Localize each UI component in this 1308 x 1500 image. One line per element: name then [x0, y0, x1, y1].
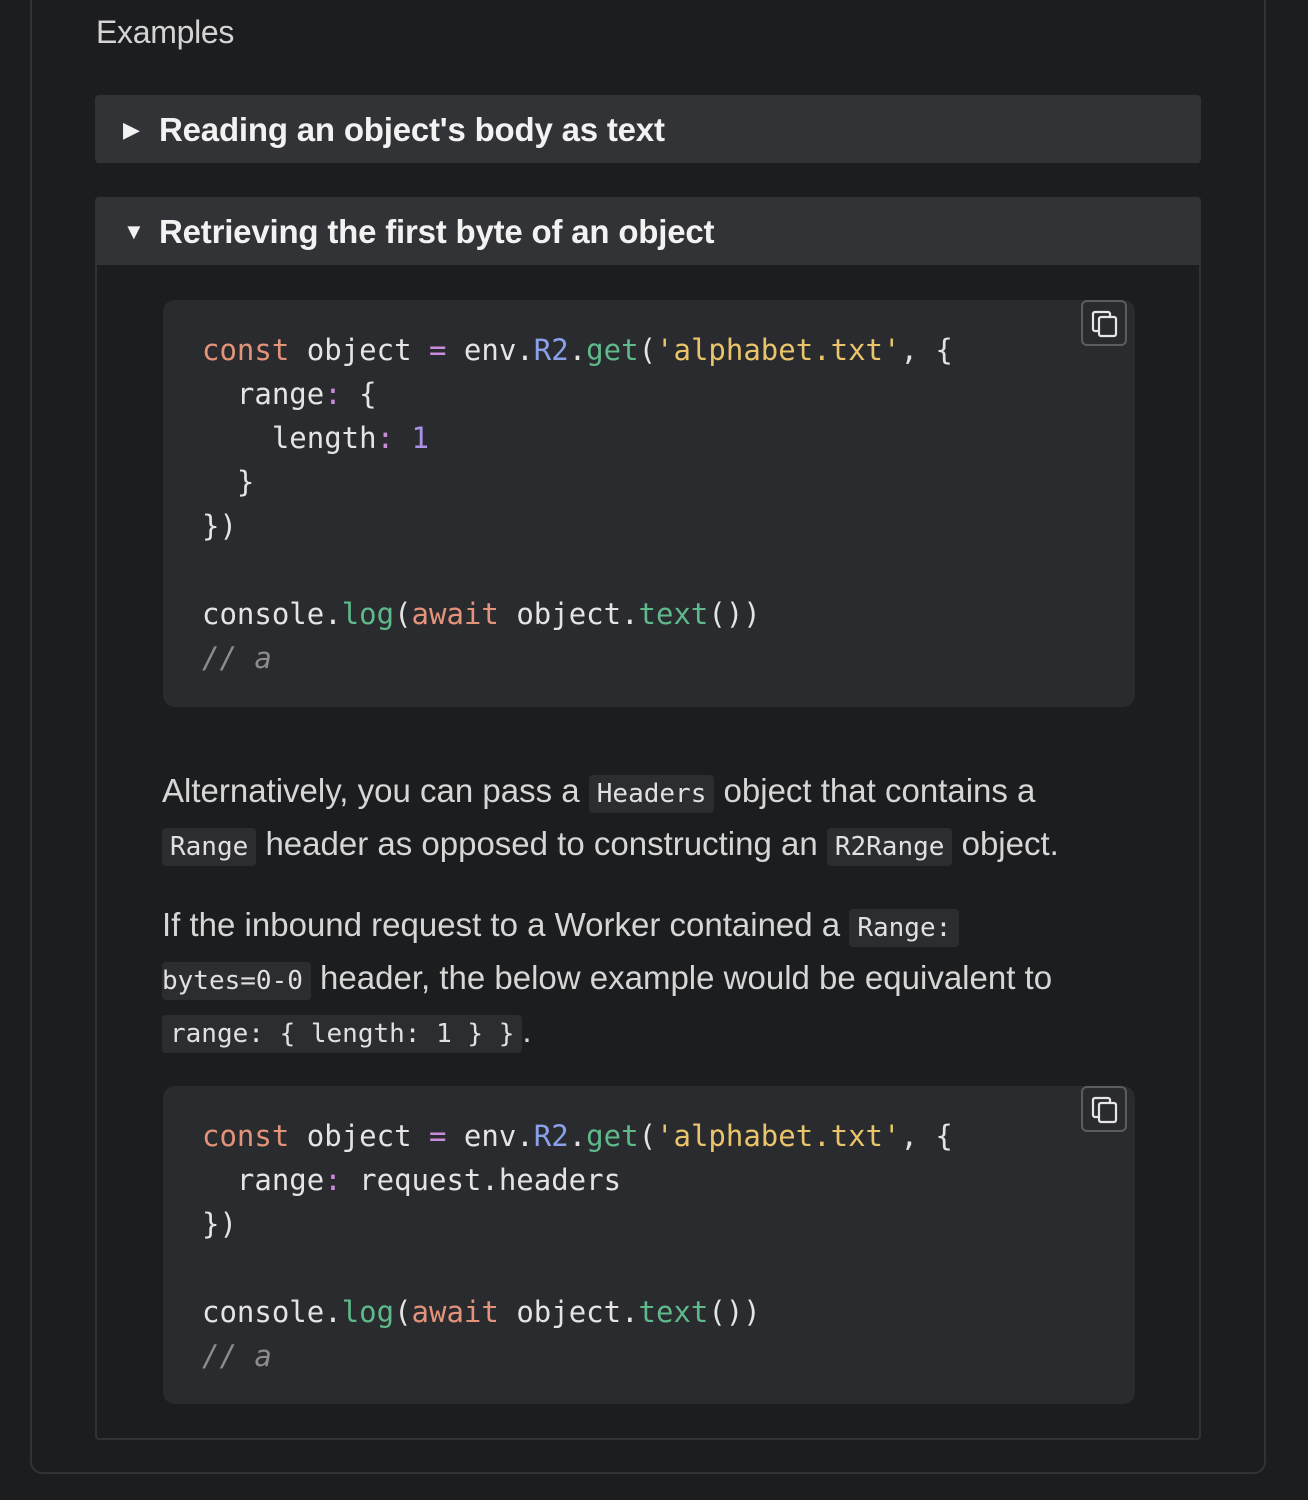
example-first-byte-summary[interactable]: ▼ Retrieving the first byte of an object [97, 199, 1199, 265]
inline-code-headers: Headers [588, 775, 715, 813]
triangle-right-icon: ▶ [123, 117, 140, 142]
code-block-range-length: const object = env.R2.get('alphabet.txt'… [163, 300, 1135, 707]
copy-icon [1091, 1096, 1118, 1124]
section-title: Examples [96, 14, 235, 50]
copy-icon [1091, 310, 1118, 338]
code-block-request-headers: const object = env.R2.get('alphabet.txt'… [163, 1086, 1135, 1404]
copy-button[interactable] [1081, 1086, 1127, 1132]
inline-code-range: Range [162, 828, 257, 866]
example-reading-body: ▶ Reading an object's body as text [95, 95, 1201, 163]
code-content: const object = env.R2.get('alphabet.txt'… [202, 333, 953, 675]
example-reading-body-summary[interactable]: ▶ Reading an object's body as text [97, 97, 1199, 163]
paragraph-alternative-headers: Alternatively, you can pass a Headers ob… [162, 766, 1122, 872]
inline-code-range-equivalent: range: { length: 1 } } [162, 1015, 523, 1053]
paragraph-inbound-request: If the inbound request to a Worker conta… [162, 900, 1122, 1059]
inline-code-range-bytes: bytes=0-0 [162, 962, 311, 1000]
triangle-down-icon: ▼ [123, 219, 145, 244]
example-reading-body-title: Reading an object's body as text [159, 111, 665, 148]
copy-button[interactable] [1081, 300, 1127, 346]
example-first-byte-title: Retrieving the first byte of an object [159, 213, 715, 250]
inline-code-r2range: R2Range [826, 828, 953, 866]
code-content: const object = env.R2.get('alphabet.txt'… [202, 1119, 953, 1373]
inline-code-range-header: Range: [849, 909, 960, 947]
